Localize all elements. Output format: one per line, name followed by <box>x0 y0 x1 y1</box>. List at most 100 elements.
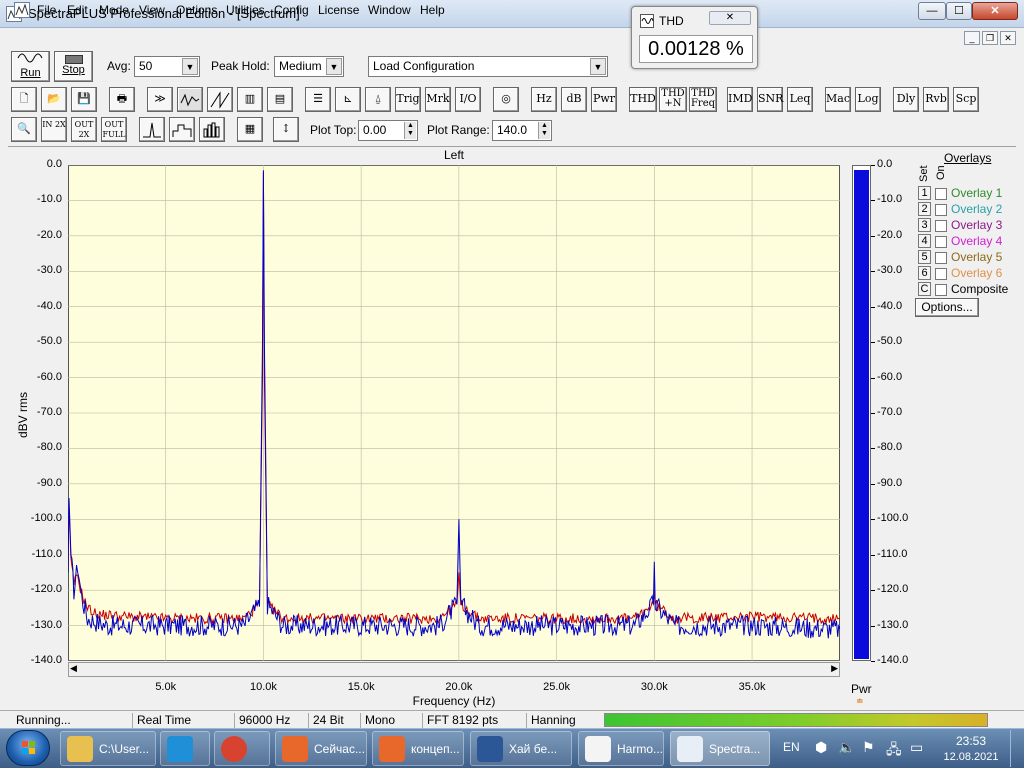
dly-button[interactable]: Dly <box>893 87 919 112</box>
taskbar-app-button[interactable] <box>160 731 210 766</box>
overlay-set-button[interactable]: 1 <box>918 186 931 200</box>
avg-select[interactable]: 50 ▼ <box>134 56 200 77</box>
imd-button[interactable]: IMD <box>727 87 753 112</box>
print-button[interactable]: 🖶 <box>109 87 135 112</box>
stop-button[interactable]: Stop <box>54 51 93 82</box>
menu-config[interactable]: Config <box>274 3 309 17</box>
overlay-checkbox[interactable] <box>935 252 947 264</box>
zoom-button[interactable]: 🔍 <box>11 117 37 142</box>
snr-button[interactable]: SNR <box>757 87 783 112</box>
menu-edit[interactable]: Edit <box>67 3 88 17</box>
peak-hold-select[interactable]: Medium ▼ <box>274 56 344 77</box>
menu-help[interactable]: Help <box>420 3 445 17</box>
menu-utilities[interactable]: Utilities <box>226 3 265 17</box>
menu-license[interactable]: License <box>318 3 359 17</box>
range-button[interactable]: ↕ <box>273 117 299 142</box>
trig-button[interactable]: Trig <box>395 87 421 112</box>
mdi-minimize-button[interactable]: _ <box>964 31 980 45</box>
scp-button[interactable]: Scp <box>953 87 979 112</box>
zoom-out-2x-button[interactable]: OUT 2X <box>71 117 97 142</box>
plot-range-input[interactable]: 140.0 ▲ ▼ <box>492 120 552 141</box>
menu-window[interactable]: Window <box>368 3 411 17</box>
signal-generator-button[interactable]: ⍙ <box>365 87 391 112</box>
clock-time[interactable]: 23:53 <box>945 734 997 748</box>
bar-plot-button[interactable] <box>199 117 225 142</box>
rvb-button[interactable]: Rvb <box>923 87 949 112</box>
pwr-button[interactable]: Pwr <box>591 87 617 112</box>
show-desktop-button[interactable] <box>1010 730 1022 767</box>
mdi-restore-button[interactable]: ❐ <box>982 31 998 45</box>
overlay-checkbox[interactable] <box>935 204 947 216</box>
time-series-button[interactable] <box>207 87 233 112</box>
taskbar-app-button[interactable]: Хай бе... <box>470 731 572 766</box>
overlay-checkbox[interactable] <box>935 188 947 200</box>
plot-top-input[interactable]: 0.00 ▲ ▼ <box>358 120 418 141</box>
thd-popup[interactable]: THD ✕ 0.00128 % <box>631 6 758 69</box>
taskbar-app-button[interactable] <box>214 731 270 766</box>
overlay-set-button[interactable]: 5 <box>918 250 931 264</box>
overlay-checkbox[interactable] <box>935 236 947 248</box>
3d-surface-button[interactable]: ▤ <box>267 87 293 112</box>
leq-button[interactable]: Leq <box>787 87 813 112</box>
oscillator-button[interactable]: ◎ <box>493 87 519 112</box>
thd-freq-button[interactable]: THD Freq <box>689 87 717 112</box>
config-select[interactable]: Load Configuration ▼ <box>368 56 608 77</box>
display-icon[interactable]: ▭ <box>910 739 923 756</box>
pwr-scroll-icon[interactable]: ≐ <box>856 696 864 707</box>
fast-forward-button[interactable]: ≫ <box>147 87 173 112</box>
scroll-left-icon[interactable]: ◀ <box>70 663 77 674</box>
menu-mode[interactable]: Mode <box>99 3 129 17</box>
spectrum-view-button[interactable] <box>177 87 203 112</box>
run-button[interactable]: Run <box>11 51 50 82</box>
save-button[interactable]: 💾 <box>71 87 97 112</box>
log-button[interactable]: Log <box>855 87 881 112</box>
hz-button[interactable]: Hz <box>531 87 557 112</box>
overlay-checkbox[interactable] <box>935 268 947 280</box>
plot-properties-button[interactable]: ▦ <box>237 117 263 142</box>
overlay-checkbox[interactable] <box>935 220 947 232</box>
zoom-in-2x-button[interactable]: IN 2X <box>41 117 67 142</box>
flag-icon[interactable]: ⚑ <box>862 739 875 756</box>
line-plot-button[interactable] <box>139 117 165 142</box>
scroll-right-icon[interactable]: ▶ <box>831 663 838 674</box>
axis-button[interactable]: ⊾ <box>335 87 361 112</box>
document-icon[interactable] <box>14 2 30 18</box>
mrk-button[interactable]: Mrk <box>425 87 451 112</box>
language-indicator[interactable]: EN <box>783 740 800 754</box>
db-button[interactable]: dB <box>561 87 587 112</box>
open-file-button[interactable]: 📂 <box>41 87 67 112</box>
maximize-button[interactable]: ☐ <box>946 2 972 20</box>
taskbar-app-button[interactable]: Spectra... <box>670 731 770 766</box>
overlay-checkbox[interactable] <box>935 284 947 296</box>
thd-close-button[interactable]: ✕ <box>709 11 751 25</box>
settings-panel-button[interactable]: ☰ <box>305 87 331 112</box>
mac-button[interactable]: Mac <box>825 87 851 112</box>
clock-date[interactable]: 12.08.2021 <box>940 751 1002 763</box>
overlay-set-button[interactable]: 4 <box>918 234 931 248</box>
spectrum-chart[interactable] <box>68 165 840 661</box>
volume-icon[interactable]: 🔈 <box>838 739 855 756</box>
close-button[interactable]: ✕ <box>972 2 1018 20</box>
overlay-set-button[interactable]: 6 <box>918 266 931 280</box>
new-file-button[interactable]: 🗋 <box>11 87 37 112</box>
io-button[interactable]: I/O <box>455 87 481 112</box>
minimize-button[interactable]: — <box>918 2 946 20</box>
overlay-options-button[interactable]: Options... <box>915 298 979 317</box>
taskbar-app-button[interactable]: концеп... <box>372 731 464 766</box>
spinner-icon[interactable]: ▲ ▼ <box>404 122 416 139</box>
network-icon[interactable]: 🖧 <box>886 739 902 763</box>
tray-app-icon[interactable]: ⬢ <box>815 739 827 756</box>
overlay-set-button[interactable]: C <box>918 282 931 296</box>
thd-n-button[interactable]: THD +N <box>659 87 687 112</box>
menu-options[interactable]: Options <box>176 3 217 17</box>
step-plot-button[interactable] <box>169 117 195 142</box>
menu-view[interactable]: View <box>139 3 165 17</box>
horizontal-scrollbar[interactable]: ◀ ▶ <box>68 662 840 677</box>
zoom-full-button[interactable]: OUT FULL <box>101 117 127 142</box>
taskbar-app-button[interactable]: Harmo... <box>578 731 664 766</box>
overlay-set-button[interactable]: 3 <box>918 218 931 232</box>
spectrogram-button[interactable]: ▥ <box>237 87 263 112</box>
taskbar-app-button[interactable]: Сейчас... <box>275 731 367 766</box>
start-button[interactable] <box>6 730 50 766</box>
overlay-set-button[interactable]: 2 <box>918 202 931 216</box>
